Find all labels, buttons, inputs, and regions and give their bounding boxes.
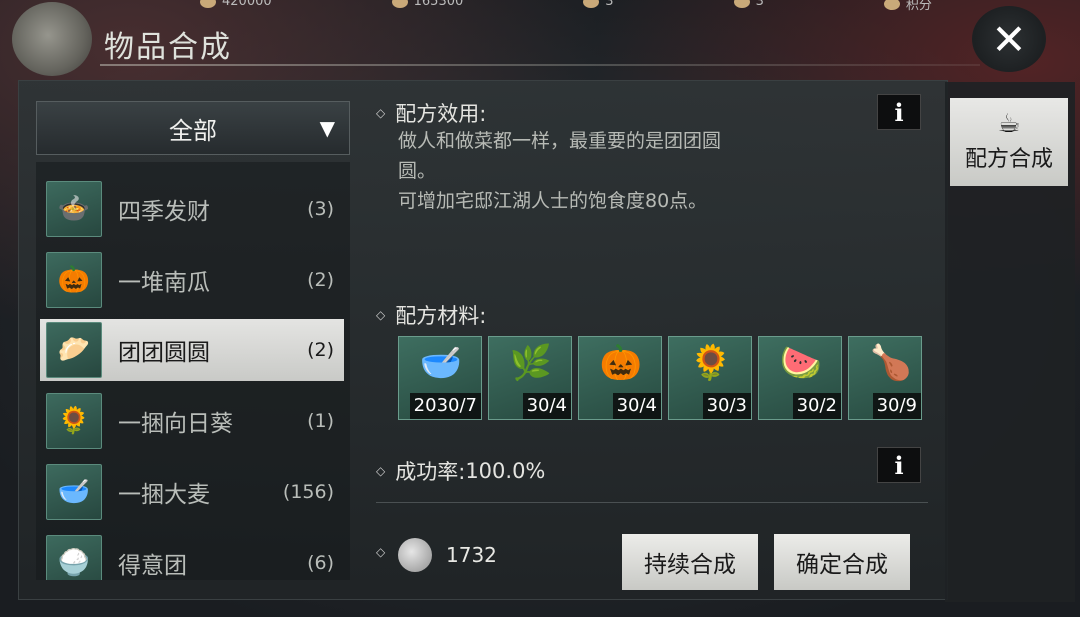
material-slot[interactable]: 🥣 2030/7 bbox=[398, 336, 482, 420]
dropdown-selected-value: 全部 bbox=[169, 116, 217, 145]
success-rate-label: 成功率: bbox=[395, 460, 466, 484]
section-label: 配方材料: bbox=[395, 304, 487, 328]
coin-icon bbox=[200, 0, 216, 8]
flour-icon: 🥣 bbox=[419, 343, 463, 383]
silver-icon bbox=[391, 0, 408, 8]
material-quantity: 2030/7 bbox=[409, 393, 481, 419]
material-quantity: 30/3 bbox=[702, 393, 751, 419]
material-quantity: 30/9 bbox=[872, 393, 921, 419]
category-dropdown[interactable]: 全部 ▼ bbox=[36, 101, 350, 155]
info-icon: i bbox=[894, 450, 904, 480]
description-line: 做人和做菜都一样，最重要的是团团圆 bbox=[398, 130, 722, 152]
window-title: 物品合成 bbox=[104, 30, 232, 65]
dumpling-icon: 🥟 bbox=[46, 322, 102, 378]
description-line: 可增加宅邸江湖人士的饱食度80点。 bbox=[398, 190, 708, 212]
close-icon: ✕ bbox=[991, 14, 1027, 64]
resource-item: 420000 bbox=[200, 0, 272, 9]
resource-value: 3 bbox=[605, 0, 614, 9]
pumpkin-icon: 🎃 bbox=[46, 252, 102, 308]
gold-icon bbox=[733, 0, 750, 8]
cost-bullet: ◇ bbox=[376, 545, 395, 559]
info-button[interactable]: i bbox=[877, 94, 921, 130]
resource-bar: 420000 165300 3 3 积分 bbox=[0, 0, 1080, 16]
material-slot[interactable]: 🍉 30/2 bbox=[758, 336, 842, 420]
material-quantity: 30/2 bbox=[792, 393, 841, 419]
item-name: 四季发财 bbox=[118, 199, 210, 225]
item-list[interactable]: 🍲 四季发财 (3) 🎃 一堆南瓜 (2) 🥟 团团圆圆 (2) 🌻 一捆向日葵… bbox=[36, 162, 350, 580]
silver-coin-icon bbox=[398, 538, 432, 572]
info-icon: i bbox=[894, 97, 904, 127]
list-item[interactable]: 🍲 四季发财 (3) bbox=[40, 178, 344, 240]
list-item[interactable]: 🎃 一堆南瓜 (2) bbox=[40, 249, 344, 311]
list-item[interactable]: 🥣 一捆大麦 (156) bbox=[40, 461, 344, 523]
list-item-selected[interactable]: 🥟 团团圆圆 (2) bbox=[40, 319, 344, 381]
section-divider bbox=[376, 502, 928, 503]
item-count: (1) bbox=[307, 410, 334, 432]
resource-item: 3 bbox=[583, 0, 614, 9]
info-button[interactable]: i bbox=[877, 447, 921, 483]
item-count: (156) bbox=[282, 481, 334, 503]
item-count: (2) bbox=[307, 269, 334, 291]
item-name: 一捆向日葵 bbox=[118, 411, 233, 437]
resource-item: 165300 bbox=[391, 0, 464, 9]
resource-value: 3 bbox=[755, 0, 764, 9]
confirm-synthesis-button[interactable]: 确定合成 bbox=[774, 534, 910, 590]
chevron-down-icon: ▼ bbox=[319, 116, 335, 140]
diamond-bullet-icon: ◇ bbox=[376, 545, 386, 559]
recipe-icon: ☕ bbox=[997, 109, 1021, 139]
material-quantity: 30/4 bbox=[612, 393, 661, 419]
description-line: 圆。 bbox=[398, 160, 437, 182]
soup-bowl-icon: 🍲 bbox=[46, 181, 102, 237]
material-slot[interactable]: 🌿 30/4 bbox=[488, 336, 572, 420]
jade-icon bbox=[583, 0, 600, 8]
list-item[interactable]: 🍚 得意团 (6) bbox=[40, 532, 344, 580]
barley-icon: 🥣 bbox=[46, 464, 102, 520]
resource-value: 420000 bbox=[222, 0, 272, 9]
recipe-effect-description: 做人和做菜都一样，最重要的是团团圆 圆。 可增加宅邸江湖人士的饱食度80点。 bbox=[398, 126, 818, 216]
title-divider bbox=[100, 64, 980, 66]
close-button[interactable]: ✕ bbox=[972, 6, 1046, 72]
item-name: 团团圆圆 bbox=[118, 340, 210, 366]
recipe-effect-heading: ◇ 配方效用: bbox=[376, 98, 486, 128]
item-name: 一堆南瓜 bbox=[118, 270, 210, 296]
item-name: 得意团 bbox=[118, 553, 187, 579]
item-count: (6) bbox=[307, 552, 334, 574]
diamond-bullet-icon: ◇ bbox=[376, 308, 386, 322]
material-quantity: 30/4 bbox=[522, 393, 571, 419]
cost-value: 1732 bbox=[446, 543, 497, 567]
tab-label: 配方合成 bbox=[964, 147, 1053, 172]
chicken-icon: 🍗 bbox=[869, 343, 913, 383]
material-slot[interactable]: 🎃 30/4 bbox=[578, 336, 662, 420]
item-name: 一捆大麦 bbox=[118, 482, 210, 508]
watermelon-icon: 🍉 bbox=[779, 343, 823, 383]
material-slot[interactable]: 🍗 30/9 bbox=[848, 336, 922, 420]
moon-emblem-icon bbox=[12, 2, 92, 76]
diamond-icon bbox=[883, 0, 900, 10]
section-label: 配方效用: bbox=[395, 102, 487, 126]
sunflower-icon: 🌻 bbox=[689, 343, 733, 383]
diamond-bullet-icon: ◇ bbox=[376, 464, 386, 478]
herb-icon: 🌿 bbox=[509, 343, 553, 383]
item-count: (2) bbox=[307, 339, 334, 361]
resource-value: 积分 bbox=[905, 0, 932, 13]
sunflower-icon: 🌻 bbox=[46, 393, 102, 449]
pumpkin-icon: 🎃 bbox=[599, 343, 643, 383]
item-count: (3) bbox=[307, 198, 334, 220]
list-item[interactable]: 🌻 一捆向日葵 (1) bbox=[40, 390, 344, 452]
success-rate-value: 100.0% bbox=[465, 459, 546, 483]
resource-value: 165300 bbox=[413, 0, 464, 9]
resource-item: 3 bbox=[733, 0, 764, 9]
rice-bowl-icon: 🍚 bbox=[46, 535, 102, 580]
recipe-materials-heading: ◇ 配方材料: bbox=[376, 300, 486, 330]
material-slot[interactable]: 🌻 30/3 bbox=[668, 336, 752, 420]
continuous-synthesis-button[interactable]: 持续合成 bbox=[622, 534, 758, 590]
diamond-bullet-icon: ◇ bbox=[376, 106, 386, 120]
resource-item: 积分 bbox=[883, 0, 932, 13]
tab-recipe-synthesis[interactable]: ☕ 配方合成 bbox=[950, 98, 1068, 186]
success-rate-row: ◇ 成功率: 100.0% bbox=[376, 456, 545, 486]
